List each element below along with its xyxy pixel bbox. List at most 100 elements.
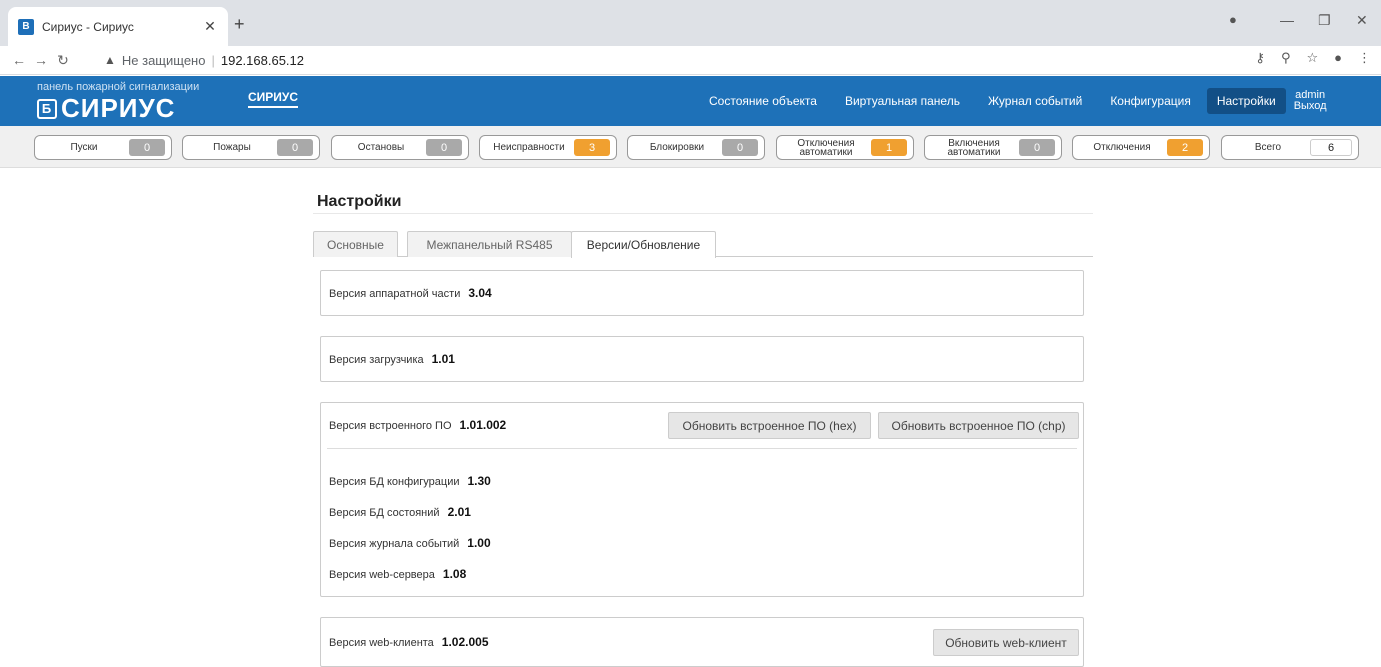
counter-value: 1 (871, 139, 907, 156)
zoom-icon[interactable]: ⚲ (1281, 50, 1291, 66)
event-log-version-value: 1.00 (467, 536, 491, 550)
web-server-label: Версия web-сервера (329, 569, 435, 581)
nav-state[interactable]: Состояние объекта (695, 88, 831, 114)
config-db-value: 1.30 (467, 474, 491, 488)
url-text: 192.168.65.12 (220, 52, 304, 68)
firmware-panel: Версия встроенного ПО 1.01.002 Обновить … (320, 402, 1084, 597)
counter-blocks[interactable]: Блокировки 0 (627, 135, 765, 160)
key-icon[interactable]: ⚷ (1255, 50, 1265, 66)
counter-label: Неисправности (493, 142, 565, 153)
back-icon[interactable]: ← (8, 52, 30, 68)
hw-version-value: 3.04 (468, 286, 492, 300)
firmware-row: Версия встроенного ПО 1.01.002 (329, 418, 506, 432)
bootloader-value: 1.01 (431, 352, 455, 366)
counter-label: Пожары (213, 142, 251, 153)
counter-launches[interactable]: Пуски 0 (34, 135, 172, 160)
counter-total[interactable]: Всего 6 (1221, 135, 1359, 160)
event-log-version-label: Версия журнала событий (329, 538, 460, 550)
counter-stops[interactable]: Остановы 0 (331, 135, 469, 160)
hw-version-panel: Версия аппаратной части 3.04 (320, 270, 1084, 316)
hw-version-label: Версия аппаратной части (329, 288, 461, 300)
url-field[interactable]: ▲ Не защищено | 192.168.65.12 (104, 49, 1224, 71)
counter-value: 0 (722, 139, 758, 156)
nav-event-log[interactable]: Журнал событий (974, 88, 1096, 114)
hw-version-row: Версия аппаратной части 3.04 (329, 286, 492, 300)
tab-versions[interactable]: Версии/Обновление (571, 231, 716, 258)
warning-icon: ▲ (104, 53, 116, 67)
extension-icon[interactable]: ● (1229, 12, 1237, 27)
logo: Б СИРИУС (37, 93, 175, 124)
update-firmware-hex-button[interactable]: Обновить встроенное ПО (hex) (668, 412, 871, 439)
reload-icon[interactable]: ↻ (52, 52, 74, 69)
webclient-row: Версия web-клиента 1.02.005 (329, 635, 489, 649)
top-nav: Состояние объекта Виртуальная панель Жур… (695, 76, 1327, 126)
counter-faults[interactable]: Неисправности 3 (479, 135, 617, 160)
title-divider (313, 213, 1093, 214)
forward-icon[interactable]: → (30, 52, 52, 68)
counter-fires[interactable]: Пожары 0 (182, 135, 320, 160)
bootloader-panel: Версия загрузчика 1.01 (320, 336, 1084, 382)
new-tab-icon[interactable]: + (234, 15, 245, 33)
favicon-icon: B (18, 18, 34, 35)
settings-tabs: Основные Межпанельный RS485 Версии/Обнов… (313, 231, 1093, 258)
close-window-icon[interactable]: ✕ (1356, 12, 1368, 29)
update-webclient-button[interactable]: Обновить web-клиент (933, 629, 1079, 656)
device-name[interactable]: СИРИУС (248, 90, 299, 108)
star-icon[interactable]: ☆ (1306, 50, 1318, 66)
state-db-label: Версия БД состояний (329, 507, 440, 519)
web-server-value: 1.08 (442, 567, 467, 581)
firmware-label: Версия встроенного ПО (329, 420, 452, 432)
browser-tab[interactable]: B Сириус - Сириус ✕ (8, 7, 228, 46)
counter-value: 0 (129, 139, 165, 156)
update-firmware-chp-button[interactable]: Обновить встроенное ПО (chp) (878, 412, 1079, 439)
address-bar: ← → ↻ ▲ Не защищено | 192.168.65.12 ⚷ ⚲ … (0, 46, 1381, 75)
bootloader-label: Версия загрузчика (329, 354, 424, 366)
logo-text: СИРИУС (61, 93, 176, 123)
logo-subtitle: панель пожарной сигнализации (37, 81, 200, 93)
config-db-label: Версия БД конфигурации (329, 476, 460, 488)
page-title: Настройки (317, 193, 402, 210)
counter-disabled[interactable]: Отключения 2 (1072, 135, 1210, 160)
browser-tab-title: Сириус - Сириус (42, 19, 134, 34)
url-separator: | (211, 52, 215, 68)
minimize-icon[interactable]: — (1280, 12, 1294, 28)
browser-tab-bar: B Сириус - Сириус ✕ + ● — ❐ ✕ (0, 0, 1381, 46)
nav-configuration[interactable]: Конфигурация (1096, 88, 1205, 114)
tab-main[interactable]: Основные (313, 231, 398, 257)
nav-settings[interactable]: Настройки (1206, 88, 1286, 114)
counter-auto-off[interactable]: Отключения автоматики 1 (776, 135, 914, 160)
counter-label: Включения автоматики (947, 137, 1001, 158)
nav-virtual-panel[interactable]: Виртуальная панель (831, 88, 974, 114)
user-menu: admin Выход (1294, 90, 1327, 112)
counter-value: 0 (277, 139, 313, 156)
counters-bar: Пуски 0 Пожары 0 Остановы 0 Неисправност… (0, 126, 1381, 168)
profile-icon[interactable]: ● (1334, 50, 1342, 66)
tab-rs485[interactable]: Межпанельный RS485 (407, 231, 572, 257)
counter-value: 6 (1310, 139, 1352, 156)
counter-value: 3 (574, 139, 610, 156)
state-db-value: 2.01 (447, 505, 471, 519)
webclient-value: 1.02.005 (441, 635, 489, 649)
counter-value: 2 (1167, 139, 1203, 156)
counter-label: Всего (1254, 142, 1282, 153)
app-header: панель пожарной сигнализации Б СИРИУС СИ… (0, 76, 1381, 126)
close-tab-icon[interactable]: ✕ (202, 18, 218, 35)
counter-label: Отключения автоматики (797, 137, 855, 158)
toolbar-icons: ⚷ ⚲ ☆ ● ⋮ (1255, 50, 1371, 66)
insecure-label: Не защищено (121, 52, 206, 68)
firmware-divider (327, 448, 1077, 449)
menu-icon[interactable]: ⋮ (1358, 50, 1371, 66)
counter-label: Пуски (70, 142, 98, 153)
sub-version-row: Версия журнала событий 1.00 (329, 536, 491, 550)
counter-label: Отключения (1093, 142, 1151, 153)
counter-auto-on[interactable]: Включения автоматики 0 (924, 135, 1062, 160)
restore-icon[interactable]: ❐ (1318, 12, 1331, 29)
logo-icon: Б (37, 98, 57, 119)
counter-label: Остановы (357, 142, 405, 153)
firmware-value: 1.01.002 (459, 418, 507, 432)
counter-value: 0 (426, 139, 462, 156)
webclient-label: Версия web-клиента (329, 637, 434, 649)
bootloader-row: Версия загрузчика 1.01 (329, 352, 455, 366)
logout-link[interactable]: Выход (1294, 101, 1327, 112)
webclient-panel: Версия web-клиента 1.02.005 Обновить web… (320, 617, 1084, 667)
